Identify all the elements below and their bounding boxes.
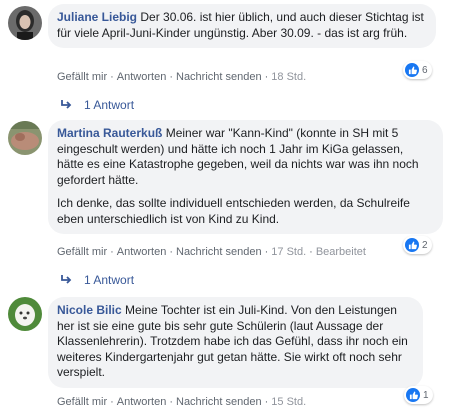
comment-actions: Gefällt mir · Antworten · Nachricht senden · 1… <box>57 246 366 258</box>
send-message-link[interactable]: Nachricht senden <box>176 246 262 258</box>
avatar[interactable] <box>8 121 42 155</box>
comment-actions: Gefällt mir · Antworten · Nachricht senden · 1… <box>57 396 307 408</box>
edited-label[interactable]: Bearbeitet <box>316 246 366 258</box>
like-link[interactable]: Gefällt mir <box>57 71 107 83</box>
reply-link[interactable]: Antworten <box>117 396 167 408</box>
view-replies[interactable]: 1 Antwort <box>60 273 134 287</box>
timestamp[interactable]: 18 Std. <box>271 71 306 83</box>
comment-author[interactable]: Nicole Bilic <box>57 303 122 317</box>
reply-link[interactable]: Antworten <box>117 71 167 83</box>
comment-author[interactable]: Martina Rauterkuß <box>57 126 162 140</box>
reply-link[interactable]: Antworten <box>117 246 167 258</box>
send-message-link[interactable]: Nachricht senden <box>176 71 262 83</box>
like-thumb-icon <box>405 63 419 77</box>
avatar-photo-icon <box>8 121 42 155</box>
comment-text: Ich denke, das sollte individuell entsch… <box>57 196 410 226</box>
send-message-link[interactable]: Nachricht senden <box>176 396 262 408</box>
like-link[interactable]: Gefällt mir <box>57 396 107 408</box>
comment-author[interactable]: Juliane Liebig <box>57 10 137 24</box>
timestamp[interactable]: 17 Std. <box>271 246 306 258</box>
avatar-photo-icon <box>8 6 42 40</box>
reply-count[interactable]: 1 Antwort <box>84 98 134 112</box>
avatar-photo-icon <box>8 297 42 331</box>
reaction-number: 1 <box>423 389 429 401</box>
timestamp[interactable]: 15 Std. <box>271 396 306 408</box>
like-thumb-icon <box>405 238 419 252</box>
reaction-count[interactable]: 1 <box>404 386 433 404</box>
reply-count[interactable]: 1 Antwort <box>84 273 134 287</box>
comment-bubble: Nicole Bilic Meine Tochter ist ein Juli-… <box>48 297 423 388</box>
reply-arrow-icon <box>60 275 72 285</box>
reaction-count[interactable]: 6 <box>403 61 432 79</box>
like-link[interactable]: Gefällt mir <box>57 246 107 258</box>
avatar[interactable] <box>8 6 42 40</box>
avatar[interactable] <box>8 297 42 331</box>
reaction-count[interactable]: 2 <box>403 236 432 254</box>
view-replies[interactable]: 1 Antwort <box>60 98 134 112</box>
comment-bubble: Martina Rauterkuß Meiner war "Kann-Kind"… <box>48 120 443 234</box>
like-thumb-icon <box>406 388 420 402</box>
comment-actions: Gefällt mir · Antworten · Nachricht senden · 1… <box>57 71 307 83</box>
reaction-number: 2 <box>422 239 428 251</box>
comment-bubble: Juliane Liebig Der 30.06. ist hier üblic… <box>48 4 436 48</box>
reply-arrow-icon <box>60 100 72 110</box>
reaction-number: 6 <box>422 64 428 76</box>
